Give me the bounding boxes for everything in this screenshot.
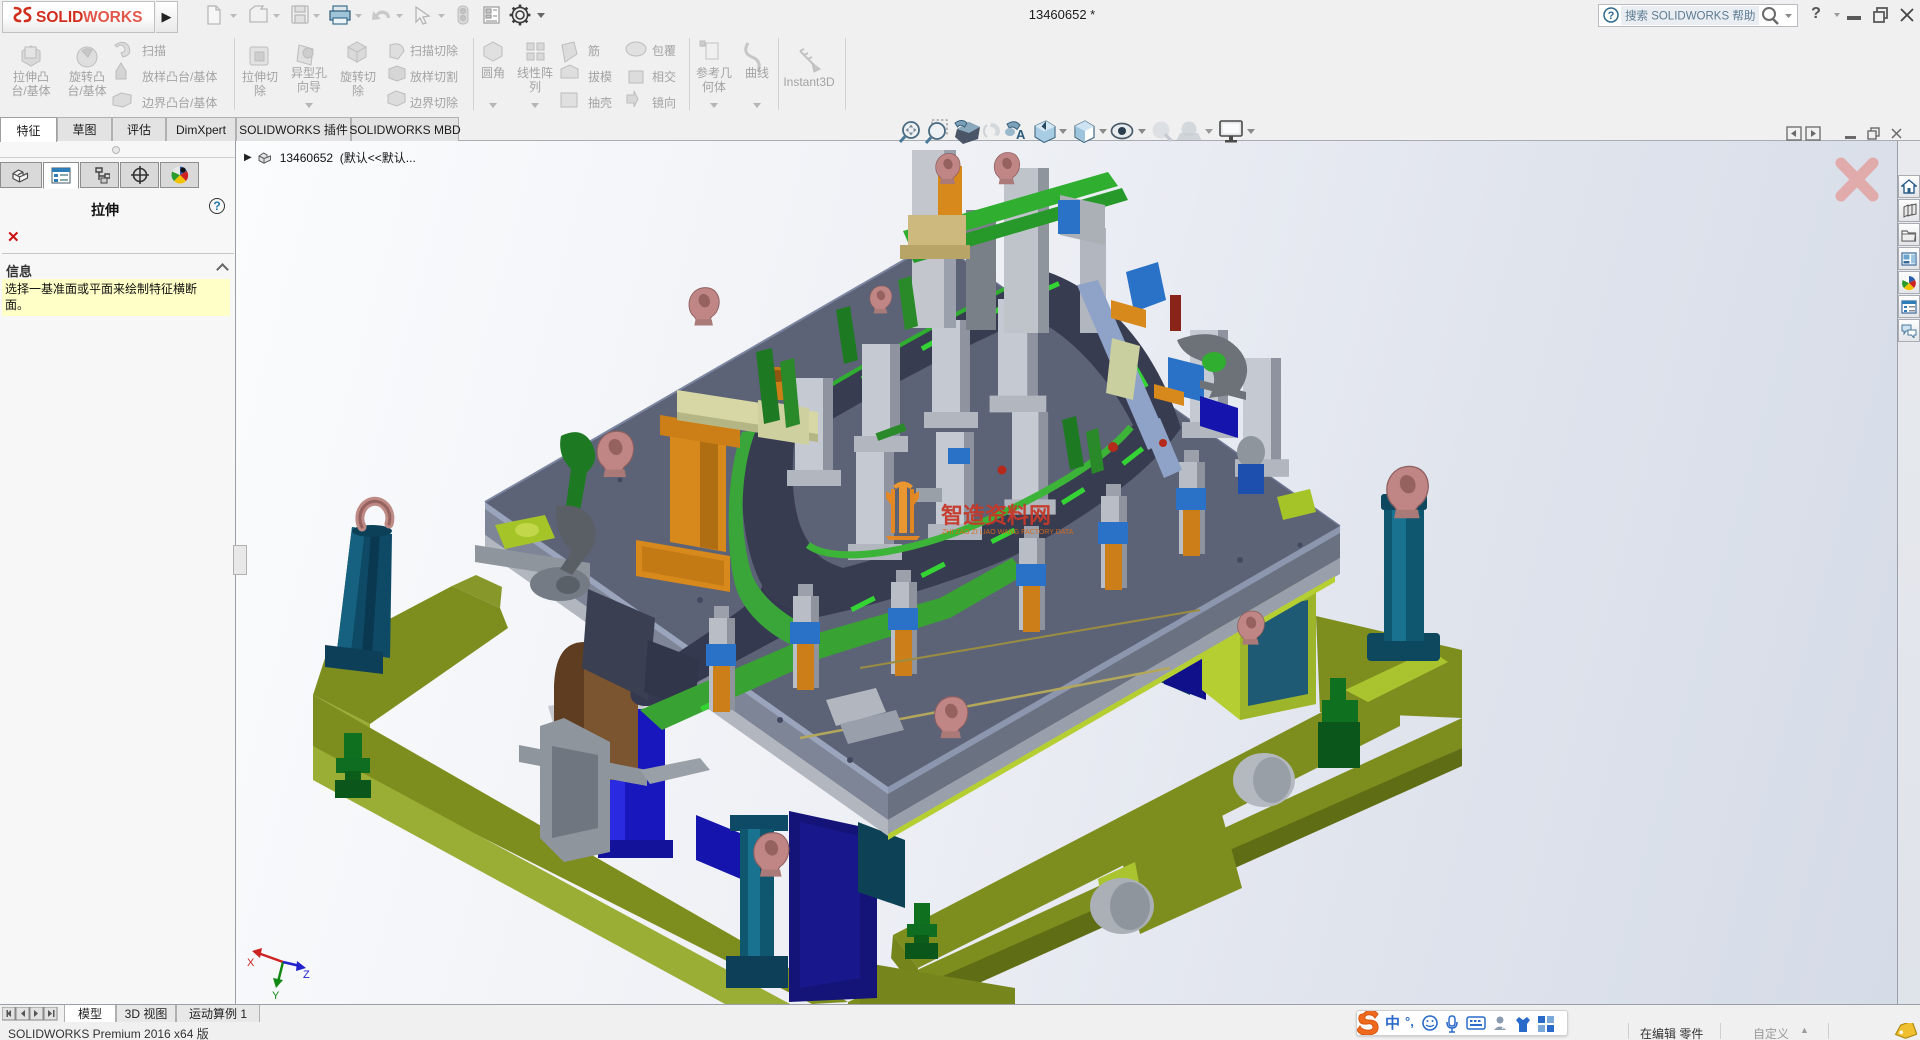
svg-text:A: A: [1016, 127, 1026, 142]
svg-text:X: X: [247, 957, 255, 969]
svg-text:?: ?: [1608, 10, 1615, 22]
svg-text:放样切割: 放样切割: [410, 69, 458, 84]
svg-text:拔模: 拔模: [588, 69, 612, 84]
svg-text:WORKS: WORKS: [83, 9, 142, 26]
svg-text:扫描切除: 扫描切除: [410, 43, 458, 58]
svg-text:筋: 筋: [588, 43, 600, 58]
svg-text:放样凸台/基体: 放样凸台/基体: [142, 69, 217, 84]
svg-text:拉伸凸: 拉伸凸: [13, 69, 49, 84]
svg-text:包覆: 包覆: [652, 44, 676, 58]
svg-text:边界凸台/基体: 边界凸台/基体: [142, 95, 217, 110]
svg-text:边界切除: 边界切除: [410, 95, 458, 110]
svg-text:镜向: 镜向: [652, 95, 676, 110]
svg-text:ZHI ZAO ZI LIAO WANG FACTORY D: ZHI ZAO ZI LIAO WANG FACTORY DATA: [942, 529, 1074, 536]
svg-text:列: 列: [529, 80, 541, 94]
svg-text:除: 除: [254, 83, 266, 98]
svg-text:台/基体: 台/基体: [11, 83, 50, 98]
svg-text:异型孔: 异型孔: [291, 66, 327, 80]
svg-text:曲线: 曲线: [745, 66, 769, 80]
svg-text:智造资料网: 智造资料网: [941, 503, 1051, 528]
svg-text:台/基体: 台/基体: [67, 83, 106, 98]
svg-text:圆角: 圆角: [481, 66, 505, 80]
svg-text:Instant3D: Instant3D: [783, 75, 835, 89]
svg-text:何体: 何体: [702, 80, 726, 94]
svg-text:除: 除: [352, 83, 364, 98]
svg-text:Y: Y: [272, 990, 280, 1002]
svg-text:SOLID: SOLID: [36, 9, 83, 26]
svg-text:旋转切: 旋转切: [340, 69, 376, 84]
svg-text:线性阵: 线性阵: [517, 66, 553, 80]
svg-text:相交: 相交: [652, 69, 676, 84]
svg-text:扫描: 扫描: [142, 44, 166, 58]
svg-text:旋转凸: 旋转凸: [69, 69, 105, 84]
svg-text:Z: Z: [303, 969, 310, 981]
svg-text:搜索 SOLIDWORKS 帮助: 搜索 SOLIDWORKS 帮助: [1625, 9, 1755, 23]
svg-text:向导: 向导: [297, 79, 321, 94]
svg-text:中: 中: [1385, 1014, 1400, 1032]
svg-text:°,: °,: [1405, 1014, 1414, 1029]
svg-text:抽壳: 抽壳: [588, 96, 612, 110]
svg-text:参考几: 参考几: [696, 65, 732, 80]
svg-text:拉伸切: 拉伸切: [242, 69, 278, 84]
